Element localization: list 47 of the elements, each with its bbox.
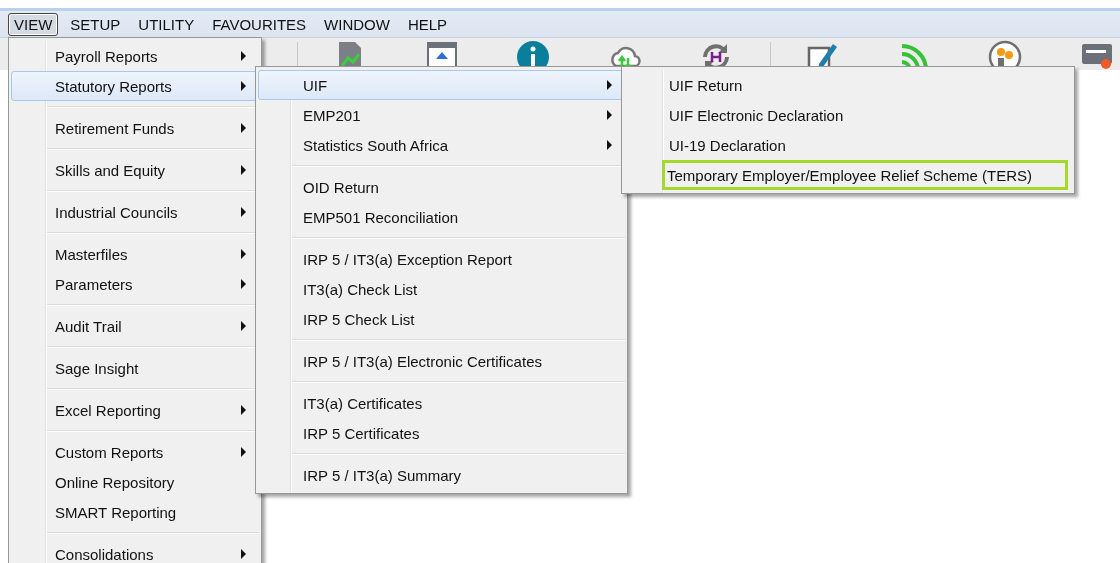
submenu-arrow-icon xyxy=(241,81,246,91)
menubar-item[interactable]: UTILITY xyxy=(132,12,201,36)
submenu-arrow-icon xyxy=(607,110,612,120)
menu-item[interactable]: IRP 5 / IT3(a) Electronic Certificates xyxy=(258,346,625,376)
submenu-arrow-icon xyxy=(241,405,246,415)
menu-item[interactable]: Consolidations xyxy=(11,539,259,563)
menubar-item[interactable]: HELP xyxy=(401,12,454,36)
menu-item[interactable]: Skills and Equity xyxy=(11,155,259,185)
submenu-arrow-icon xyxy=(241,321,246,331)
menu-item[interactable]: IT3(a) Check List xyxy=(258,274,625,304)
menubar-item[interactable]: SETUP xyxy=(64,12,127,36)
menu-item[interactable]: IRP 5 Certificates xyxy=(258,418,625,448)
menu-item[interactable]: EMP201 xyxy=(258,100,625,130)
menu-item[interactable]: Custom Reports xyxy=(11,437,259,467)
menubar-item[interactable]: WINDOW xyxy=(318,12,396,36)
menu-item[interactable]: Masterfiles xyxy=(11,239,259,269)
menu-item[interactable]: Parameters xyxy=(11,269,259,299)
menu-item[interactable]: Sage Insight xyxy=(11,353,259,383)
menu-item[interactable]: Statistics South Africa xyxy=(258,130,625,160)
menu-item[interactable]: UIF Return xyxy=(624,70,1072,100)
submenu-arrow-icon xyxy=(241,279,246,289)
menu-item[interactable]: IRP 5 Check List xyxy=(258,304,625,334)
menu-item[interactable]: Temporary Employer/Employee Relief Scheme (TERS) xyxy=(662,160,1068,190)
menu-item[interactable]: Industrial Councils xyxy=(11,197,259,227)
submenu-arrow-icon xyxy=(241,123,246,133)
submenu-arrow-icon xyxy=(241,549,246,559)
menu-item[interactable]: IT3(a) Certificates xyxy=(258,388,625,418)
menu-item[interactable]: IRP 5 / IT3(a) Exception Report xyxy=(258,244,625,274)
menu-item[interactable]: UIF Electronic Declaration xyxy=(624,100,1072,130)
submenu-arrow-icon xyxy=(241,447,246,457)
submenu-arrow-icon xyxy=(241,207,246,217)
menu-item[interactable]: Retirement Funds xyxy=(11,113,259,143)
submenu-arrow-icon xyxy=(607,80,612,90)
menubar-item[interactable]: VIEW xyxy=(8,12,59,36)
menu-item[interactable]: IRP 5 / IT3(a) Summary xyxy=(258,460,625,490)
menu-item[interactable]: SMART Reporting xyxy=(11,497,259,527)
submenu-arrow-icon xyxy=(241,249,246,259)
menu-item[interactable]: Audit Trail xyxy=(11,311,259,341)
menu-item[interactable]: EMP501 Reconciliation xyxy=(258,202,625,232)
submenu-arrow-icon xyxy=(241,165,246,175)
menu-item[interactable]: Excel Reporting xyxy=(11,395,259,425)
menu-item[interactable]: UI-19 Declaration xyxy=(624,130,1072,160)
menu-item[interactable]: Online Repository xyxy=(11,467,259,497)
menubar-item[interactable]: FAVOURITES xyxy=(206,12,313,36)
submenu-arrow-icon xyxy=(241,51,246,61)
menu-item[interactable]: OID Return xyxy=(258,172,625,202)
submenu-arrow-icon xyxy=(607,140,612,150)
